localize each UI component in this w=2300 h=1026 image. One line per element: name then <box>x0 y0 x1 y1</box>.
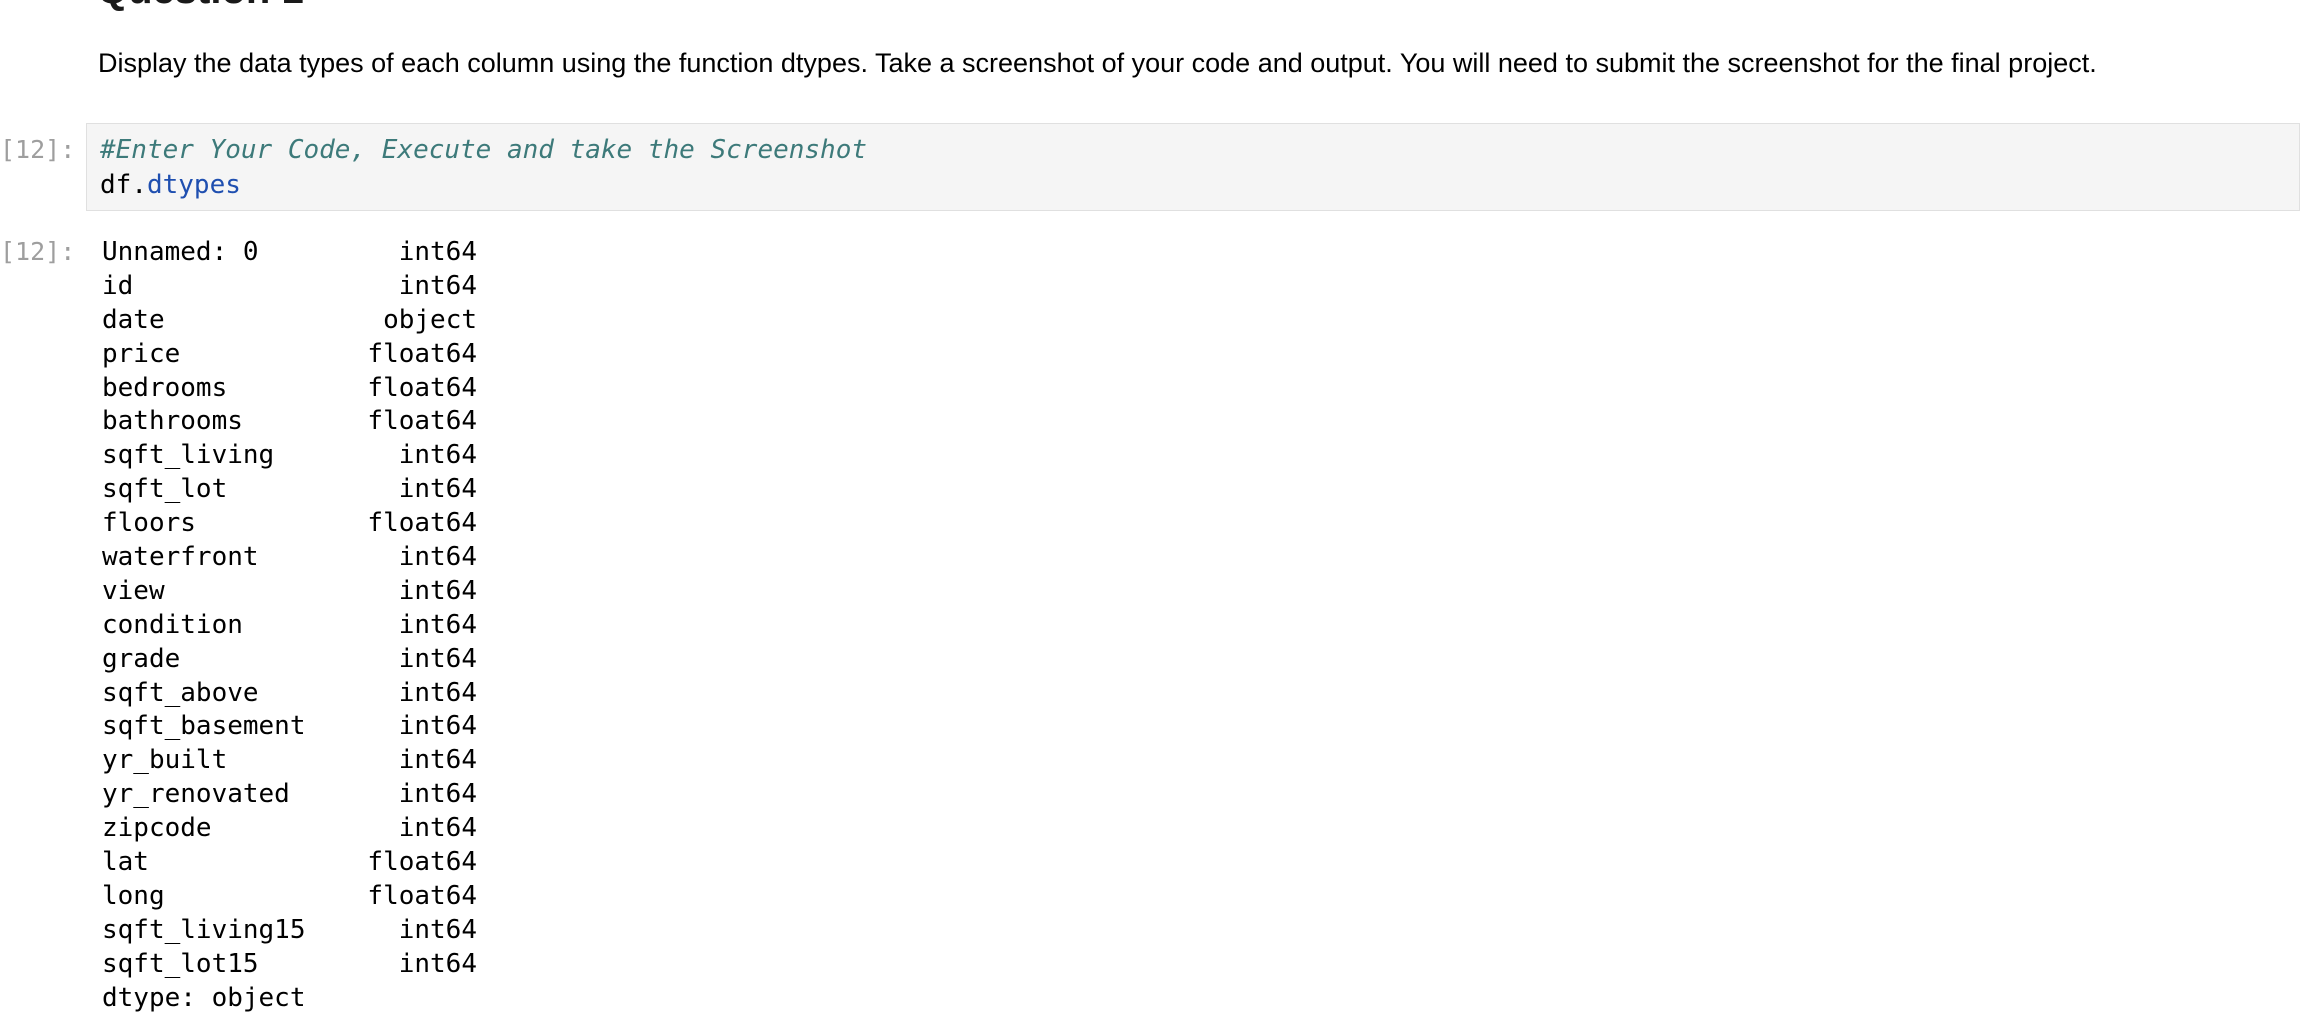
column-dtype: int64 <box>398 948 477 979</box>
column-name: floors <box>102 508 196 539</box>
dtype-row: view int64 <box>102 575 477 609</box>
column-name: date <box>102 304 165 335</box>
column-name: lat <box>102 847 149 878</box>
dtype-row: sqft_lot15 int64 <box>102 948 477 982</box>
dtype-row: sqft_living15 int64 <box>102 914 477 948</box>
input-prompt: [12]: <box>0 135 76 164</box>
column-name: condition <box>102 609 243 640</box>
column-dtype: float64 <box>367 372 477 403</box>
dtype-row: bedrooms float64 <box>102 372 477 406</box>
column-dtype: int64 <box>398 542 477 573</box>
dtype-row: id int64 <box>102 270 477 304</box>
dtype-footer: dtype: object <box>102 982 306 1013</box>
dtype-row: sqft_basement int64 <box>102 710 477 744</box>
code-dot: . <box>131 170 147 200</box>
code-editor[interactable]: #Enter Your Code, Execute and take the S… <box>86 123 2300 211</box>
question-heading: Question 1 <box>97 0 304 10</box>
dtype-row: grade int64 <box>102 643 477 677</box>
column-dtype: int64 <box>398 745 477 776</box>
column-dtype: float64 <box>367 847 477 878</box>
code-attribute: dtypes <box>146 170 241 200</box>
dtype-row: lat float64 <box>102 846 477 880</box>
column-name: bathrooms <box>102 406 243 437</box>
dtype-list: Unnamed: 0 int64 id int64 date object price flo… <box>102 236 477 982</box>
column-name: Unnamed: 0 <box>102 237 259 267</box>
dtype-row: date object <box>102 304 477 338</box>
column-name: sqft_basement <box>102 711 306 742</box>
column-name: sqft_above <box>102 677 259 708</box>
dtype-row: sqft_lot int64 <box>102 473 477 507</box>
dtype-row: sqft_above int64 <box>102 677 477 711</box>
dtype-row: yr_renovated int64 <box>102 778 477 812</box>
column-dtype: object <box>383 304 477 335</box>
column-name: waterfront <box>102 542 259 573</box>
dtype-row: long float64 <box>102 880 477 914</box>
column-name: zipcode <box>102 813 212 844</box>
column-name: long <box>102 880 165 911</box>
column-dtype: int64 <box>398 575 477 606</box>
column-name: grade <box>102 643 181 674</box>
column-name: yr_built <box>102 745 228 776</box>
code-comment: #Enter Your Code, Execute and take the S… <box>100 135 868 165</box>
dtype-row: Unnamed: 0 int64 <box>102 236 477 270</box>
column-name: sqft_living <box>102 440 275 471</box>
column-name: sqft_lot15 <box>102 948 259 979</box>
instructions-paragraph: Display the data types of each column us… <box>98 48 2097 78</box>
output-area: Unnamed: 0 int64 id int64 date object price flo… <box>102 236 477 1015</box>
column-dtype: int64 <box>398 609 477 640</box>
dtype-row: waterfront int64 <box>102 541 477 575</box>
column-dtype: float64 <box>367 880 477 911</box>
column-dtype: int64 <box>398 813 477 844</box>
column-name: view <box>102 575 165 606</box>
column-name: yr_renovated <box>102 779 290 810</box>
dtype-row: condition int64 <box>102 609 477 643</box>
dtype-row: floors float64 <box>102 507 477 541</box>
column-dtype: float64 <box>367 338 477 369</box>
column-dtype: float64 <box>367 508 477 539</box>
column-name: id <box>102 270 134 301</box>
output-prompt: [12]: <box>0 237 76 266</box>
column-dtype: float64 <box>367 406 477 437</box>
column-name: sqft_living15 <box>102 914 306 945</box>
column-name: bedrooms <box>102 372 228 403</box>
code-object: df <box>100 170 132 200</box>
column-dtype: int64 <box>398 237 477 267</box>
dtype-row: price float64 <box>102 338 477 372</box>
dtype-row: bathrooms float64 <box>102 405 477 439</box>
column-dtype: int64 <box>398 779 477 810</box>
column-dtype: int64 <box>398 711 477 742</box>
dtype-row: sqft_living int64 <box>102 439 477 473</box>
column-name: sqft_lot <box>102 474 228 505</box>
column-dtype: int64 <box>398 474 477 505</box>
column-dtype: int64 <box>398 914 477 945</box>
column-dtype: int64 <box>398 677 477 708</box>
dtype-row: zipcode int64 <box>102 812 477 846</box>
column-name: price <box>102 338 181 369</box>
column-dtype: int64 <box>398 440 477 471</box>
column-dtype: int64 <box>398 270 477 301</box>
dtype-row: yr_built int64 <box>102 744 477 778</box>
column-dtype: int64 <box>398 643 477 674</box>
